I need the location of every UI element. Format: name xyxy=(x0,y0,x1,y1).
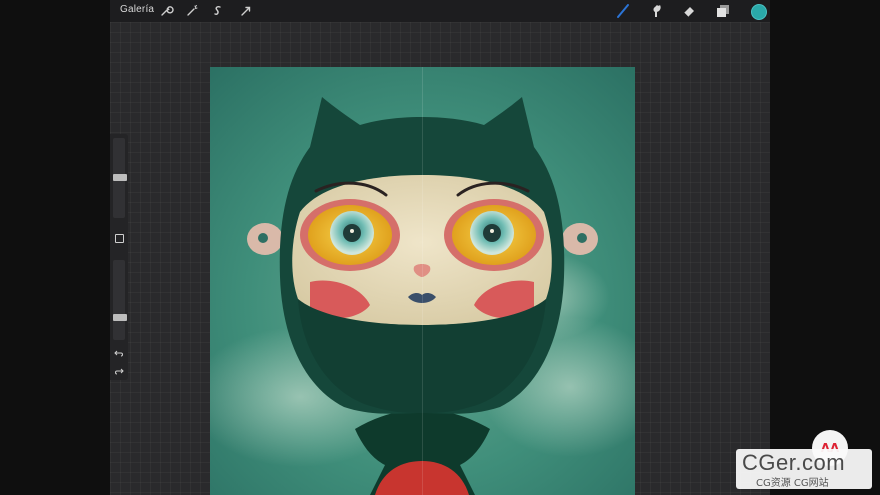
brush-icon[interactable] xyxy=(615,3,631,19)
brush-size-slider[interactable] xyxy=(113,138,127,218)
gallery-button[interactable]: Galería xyxy=(120,4,154,15)
eraser-icon[interactable] xyxy=(681,3,697,19)
color-picker-button[interactable] xyxy=(751,4,767,20)
layers-icon[interactable] xyxy=(715,3,731,19)
selection-icon[interactable] xyxy=(210,3,226,19)
opacity-slider[interactable] xyxy=(113,260,127,340)
top-toolbar: Galería xyxy=(110,0,770,22)
watermark-sub-text: CG资源 CG网站 xyxy=(756,478,829,489)
left-sidebar xyxy=(110,134,128,380)
square-modify-icon[interactable] xyxy=(115,234,124,243)
opacity-thumb[interactable] xyxy=(113,314,127,321)
watermark-main-text: CGer.com xyxy=(742,450,846,475)
transform-arrow-icon[interactable] xyxy=(238,3,254,19)
left-dark-border xyxy=(0,0,110,495)
right-dark-border xyxy=(770,0,880,495)
watermark-box: CGer.com CG资源 CG网站 xyxy=(736,449,872,489)
drawing-canvas[interactable] xyxy=(210,67,635,495)
brush-size-thumb[interactable] xyxy=(113,174,127,181)
wrench-icon[interactable] xyxy=(158,3,174,19)
undo-icon[interactable] xyxy=(114,348,124,358)
artwork-illustration xyxy=(210,67,635,495)
smudge-icon[interactable] xyxy=(649,3,665,19)
magic-wand-icon[interactable] xyxy=(184,3,200,19)
redo-icon[interactable] xyxy=(114,366,124,376)
